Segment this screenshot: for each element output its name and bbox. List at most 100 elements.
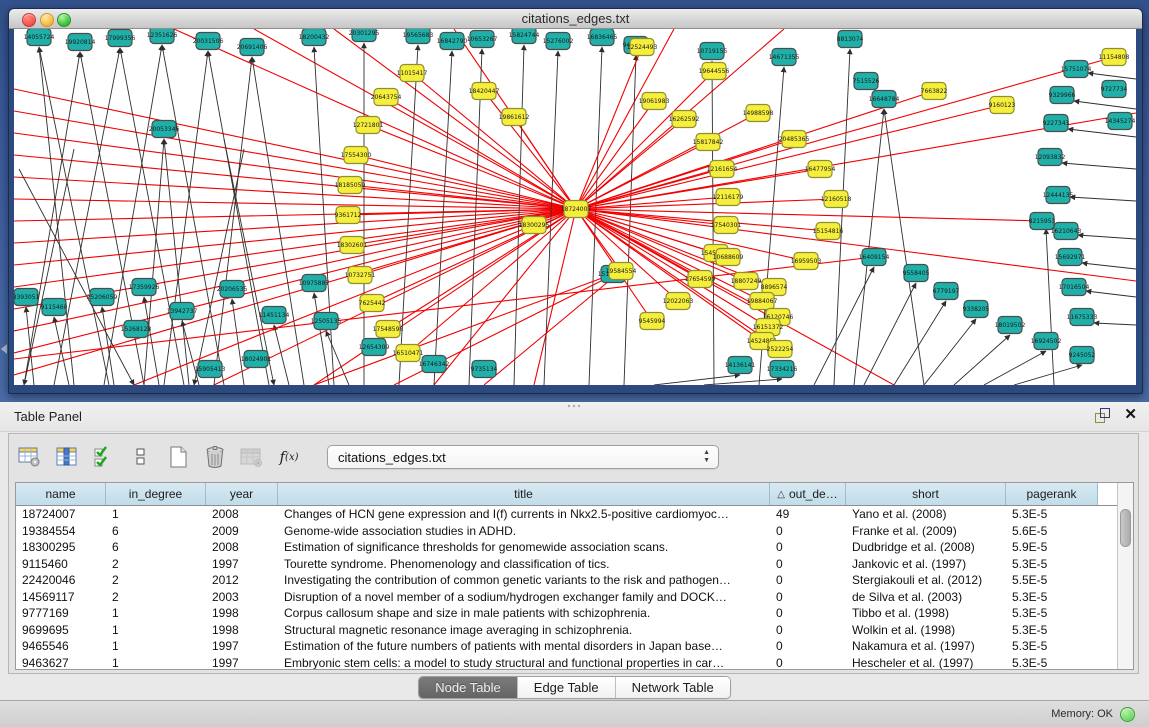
table-selector-dropdown[interactable]: citations_edges.txt ▲▼ <box>327 445 719 469</box>
graph-node[interactable]: 20301295 <box>349 29 380 42</box>
graph-node[interactable]: 19644556 <box>699 63 730 80</box>
graph-node[interactable]: 8393051 <box>14 289 40 306</box>
graph-node[interactable]: 9558405 <box>903 265 930 282</box>
column-header-year[interactable]: year <box>206 483 278 505</box>
graph-node[interactable]: 7515526 <box>853 73 880 90</box>
graph-node[interactable]: 19861612 <box>499 109 530 126</box>
graph-node[interactable]: 14345274 <box>1105 113 1136 130</box>
graph-node[interactable]: 17999356 <box>105 30 136 47</box>
graph-node[interactable]: 9329966 <box>1049 87 1076 104</box>
tab-node-table[interactable]: Node Table <box>419 677 518 698</box>
graph-node[interactable]: 16836465 <box>587 29 618 46</box>
graph-node[interactable]: 9245052 <box>1069 347 1096 364</box>
graph-node[interactable]: 10975887 <box>299 275 330 292</box>
graph-node[interactable]: 12093832 <box>1035 149 1066 166</box>
graph-node[interactable]: 10719155 <box>697 43 728 60</box>
graph-node[interactable]: 20691406 <box>237 39 268 56</box>
graph-node[interactable]: 16409154 <box>859 249 890 266</box>
graph-node[interactable]: 8813074 <box>837 31 864 48</box>
graph-node[interactable]: 16477954 <box>805 161 836 178</box>
graph-node[interactable]: 18302601 <box>337 237 368 254</box>
graph-node[interactable]: 16262592 <box>669 111 700 128</box>
table-row[interactable]: 1456911722003Disruption of a novel membe… <box>16 589 1133 606</box>
graph-node[interactable]: 18024901 <box>241 351 272 368</box>
graph-node[interactable]: 15824744 <box>509 29 540 44</box>
delete-trash-icon[interactable] <box>202 444 228 470</box>
graph-node[interactable]: 9338205 <box>963 301 990 318</box>
graph-node[interactable]: 9160123 <box>989 97 1016 114</box>
column-header-pagerank[interactable]: pagerank <box>1006 483 1098 505</box>
graph-node[interactable]: 16842790 <box>437 33 468 50</box>
graph-node[interactable]: 19061983 <box>639 93 670 110</box>
graph-node[interactable]: 14055724 <box>24 29 55 46</box>
table-row[interactable]: 1872400712008Changes of HCN gene express… <box>16 506 1133 523</box>
graph-node[interactable]: 18200432 <box>299 29 330 46</box>
graph-node[interactable]: 16924502 <box>1031 333 1062 350</box>
graph-node[interactable]: 12160518 <box>821 191 852 208</box>
tab-network-table[interactable]: Network Table <box>616 677 730 698</box>
column-header-short[interactable]: short <box>846 483 1006 505</box>
graph-node[interactable]: 12505135 <box>311 313 342 330</box>
graph-node[interactable]: 18724007 <box>561 201 592 218</box>
table-row[interactable]: 969969511998Structural magnetic resonanc… <box>16 622 1133 639</box>
column-header-in_degree[interactable]: in_degree <box>106 483 206 505</box>
graph-node[interactable]: 17540301 <box>711 217 742 234</box>
select-all-checks-icon[interactable] <box>91 444 117 470</box>
graph-node[interactable]: 9735134 <box>471 361 498 378</box>
network-window-titlebar[interactable]: citations_edges.txt <box>9 9 1142 29</box>
close-panel-icon[interactable]: ✕ <box>1124 407 1137 423</box>
graph-node[interactable]: 12654309 <box>359 339 390 356</box>
tab-edge-table[interactable]: Edge Table <box>518 677 616 698</box>
graph-node[interactable]: 20206535 <box>217 281 248 298</box>
graph-node[interactable]: 15154816 <box>813 223 844 240</box>
graph-node[interactable]: 11451134 <box>259 307 290 324</box>
graph-node[interactable]: 20031506 <box>193 33 224 50</box>
graph-node[interactable]: 15692971 <box>1055 249 1086 266</box>
network-canvas[interactable]: 1405572419920814179993561235162620031506… <box>14 29 1136 385</box>
graph-node[interactable]: 6779197 <box>933 283 960 300</box>
graph-node[interactable]: 19884067 <box>747 293 778 310</box>
table-row[interactable]: 946554611997Estimation of the future num… <box>16 638 1133 655</box>
graph-node[interactable]: 17654599 <box>685 271 716 288</box>
graph-node[interactable]: 10688609 <box>713 249 744 266</box>
graph-node[interactable]: 7663822 <box>921 83 948 100</box>
graph-node[interactable]: 15751074 <box>1061 61 1092 78</box>
graph-node[interactable]: 18420447 <box>469 83 500 100</box>
column-header-title[interactable]: title <box>278 483 770 505</box>
graph-node[interactable]: 12116179 <box>713 189 744 206</box>
graph-node[interactable]: 19565683 <box>403 29 434 44</box>
table-scrollbar[interactable] <box>1117 483 1133 669</box>
graph-node[interactable]: 9361712 <box>335 207 362 224</box>
table-settings-icon[interactable] <box>17 444 43 470</box>
graph-node[interactable]: 10653267 <box>467 31 498 48</box>
graph-node[interactable]: 9115460 <box>41 299 68 316</box>
graph-node[interactable]: 18019502 <box>995 317 1026 334</box>
graph-node[interactable]: 2522254 <box>767 341 794 358</box>
graph-node[interactable]: 17016504 <box>1059 279 1090 296</box>
clear-selection-icon[interactable] <box>128 444 154 470</box>
new-document-icon[interactable] <box>165 444 191 470</box>
graph-node[interactable]: 12524493 <box>627 39 658 56</box>
table-row[interactable]: 946362711997Embryonic stem cells: a mode… <box>16 655 1133 671</box>
column-header-name[interactable]: name <box>16 483 106 505</box>
graph-node[interactable]: 15268123 <box>121 321 152 338</box>
graph-node[interactable]: 16648784 <box>869 91 900 108</box>
select-column-icon[interactable] <box>54 444 80 470</box>
table-row[interactable]: 977716911998Corpus callosum shape and si… <box>16 605 1133 622</box>
graph-node[interactable]: 10732751 <box>345 267 376 284</box>
graph-node[interactable]: 11154808 <box>1099 49 1130 66</box>
graph-node[interactable]: 17334216 <box>767 361 798 378</box>
graph-node[interactable]: 20643754 <box>371 89 402 106</box>
graph-node[interactable]: 17359926 <box>129 279 160 296</box>
float-panel-icon[interactable] <box>1094 407 1110 423</box>
citation-network-graph[interactable]: 1405572419920814179993561235162620031506… <box>14 29 1136 385</box>
graph-node[interactable]: 12351626 <box>147 29 178 44</box>
graph-node[interactable]: 12721801 <box>353 117 384 134</box>
graph-node[interactable]: 9727734 <box>1101 81 1128 98</box>
graph-node[interactable]: 16959503 <box>791 253 822 270</box>
graph-node[interactable]: 17548598 <box>373 321 404 338</box>
graph-node[interactable]: 14988598 <box>743 105 774 122</box>
graph-node[interactable]: 18185059 <box>335 177 366 194</box>
graph-node[interactable]: 14671355 <box>769 49 800 66</box>
graph-node[interactable]: 20485365 <box>779 131 810 148</box>
